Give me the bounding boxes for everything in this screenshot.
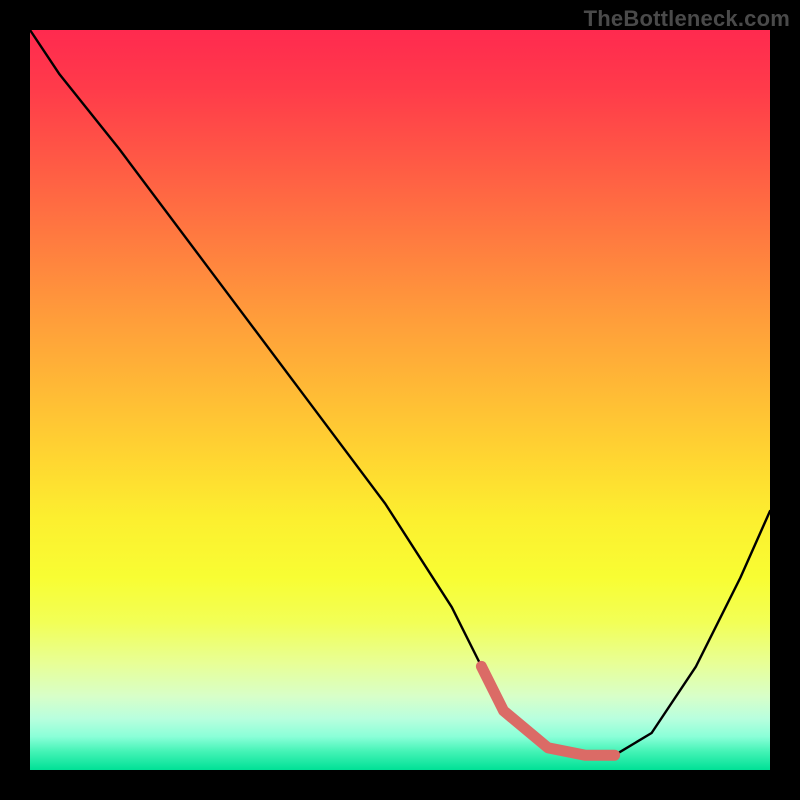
chart-frame: TheBottleneck.com: [0, 0, 800, 800]
plot-area: [30, 30, 770, 770]
valley-highlight: [481, 666, 614, 755]
chart-svg: [30, 30, 770, 770]
watermark-text: TheBottleneck.com: [584, 6, 790, 32]
bottleneck-curve: [30, 30, 770, 755]
